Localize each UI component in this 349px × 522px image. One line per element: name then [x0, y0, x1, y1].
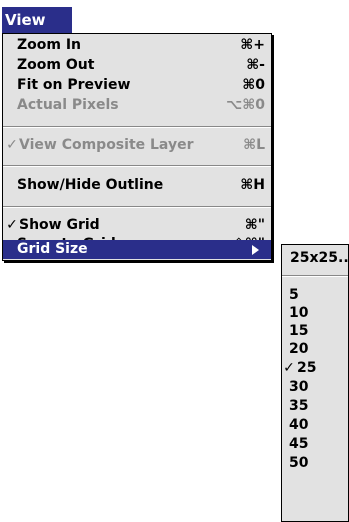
menu-item-shortcut: ⌘H	[240, 177, 265, 193]
submenu-item-40[interactable]: 40	[282, 416, 348, 434]
menu-item-label: Zoom Out	[17, 57, 95, 73]
menu-item-zoom-out[interactable]: Zoom Out ⌘-	[3, 55, 271, 75]
menu-item-shortcut: ⌘-	[246, 57, 265, 73]
submenu-item-30[interactable]: 30	[282, 378, 348, 396]
submenu-item-label: 25	[297, 360, 317, 376]
submenu-item-label: 30	[289, 379, 309, 395]
menu-item-shortcut: ⌘"	[244, 217, 265, 233]
submenu-item-label: 40	[289, 417, 309, 433]
submenu-arrow-icon	[252, 245, 259, 255]
submenu-item-label: 25x25...	[290, 250, 349, 266]
menu-title-label: View	[5, 11, 46, 29]
submenu-item-label: 50	[289, 455, 309, 471]
submenu-item-label: 35	[289, 398, 309, 414]
checkmark-icon: ✓	[6, 217, 18, 233]
menu-item-label: Grid Size	[17, 241, 88, 257]
checkmark-icon: ✓	[6, 137, 18, 153]
menu-separator	[3, 206, 271, 208]
menu-item-shortcut: ⌘0	[242, 77, 265, 93]
menu-item-label: Zoom In	[17, 37, 82, 53]
menu-item-zoom-in[interactable]: Zoom In ⌘+	[3, 35, 271, 55]
menu-item-fit-on-preview[interactable]: Fit on Preview ⌘0	[3, 75, 271, 95]
menu-item-shortcut: ⌘+	[240, 37, 265, 53]
menu-item-actual-pixels: Actual Pixels ⌥⌘0	[3, 95, 271, 115]
submenu-item-15[interactable]: 15	[282, 322, 348, 340]
submenu-item-35[interactable]: 35	[282, 397, 348, 415]
submenu-item-5[interactable]: 5	[282, 286, 348, 304]
checkmark-icon: ✓	[283, 360, 295, 376]
view-menu: Zoom In ⌘+ Zoom Out ⌘- Fit on Preview ⌘0…	[2, 33, 272, 261]
submenu-item-label: 10	[289, 305, 309, 321]
menu-item-show-hide-outline[interactable]: Show/Hide Outline ⌘H	[3, 175, 271, 195]
submenu-separator	[282, 275, 348, 277]
menu-item-label: Show/Hide Outline	[17, 177, 164, 193]
submenu-item-25x25[interactable]: 25x25...	[282, 249, 349, 267]
menu-item-label: Show Grid	[19, 217, 100, 233]
submenu-item-10[interactable]: 10	[282, 304, 348, 322]
submenu-item-50[interactable]: 50	[282, 454, 348, 472]
menu-item-shortcut: ⌥⌘0	[226, 97, 265, 113]
menu-item-grid-size[interactable]: Grid Size	[3, 240, 271, 259]
menu-separator	[3, 165, 271, 167]
submenu-item-20[interactable]: 20	[282, 340, 348, 358]
submenu-item-label: 5	[289, 287, 299, 303]
menu-item-label: View Composite Layer	[19, 137, 194, 153]
submenu-item-label: 20	[289, 341, 309, 357]
submenu-item-label: 45	[289, 436, 309, 452]
submenu-item-label: 15	[289, 323, 309, 339]
menu-item-label: Actual Pixels	[17, 97, 119, 113]
screen: View Zoom In ⌘+ Zoom Out ⌘- Fit on Previ…	[0, 0, 349, 522]
menu-separator	[3, 126, 271, 128]
submenu-item-45[interactable]: 45	[282, 435, 348, 453]
menu-item-view-composite-layer: ✓ View Composite Layer ⌘L	[3, 135, 271, 155]
menu-item-label: Fit on Preview	[17, 77, 131, 93]
grid-size-submenu: 25x25... 5 10 15 20 ✓ 25 30 35 40 45 50	[281, 244, 349, 522]
submenu-item-25[interactable]: ✓ 25	[282, 359, 348, 377]
menu-item-show-grid[interactable]: ✓ Show Grid ⌘"	[3, 215, 271, 235]
menu-title-view[interactable]: View	[2, 7, 72, 33]
menu-item-shortcut: ⌘L	[243, 137, 265, 153]
